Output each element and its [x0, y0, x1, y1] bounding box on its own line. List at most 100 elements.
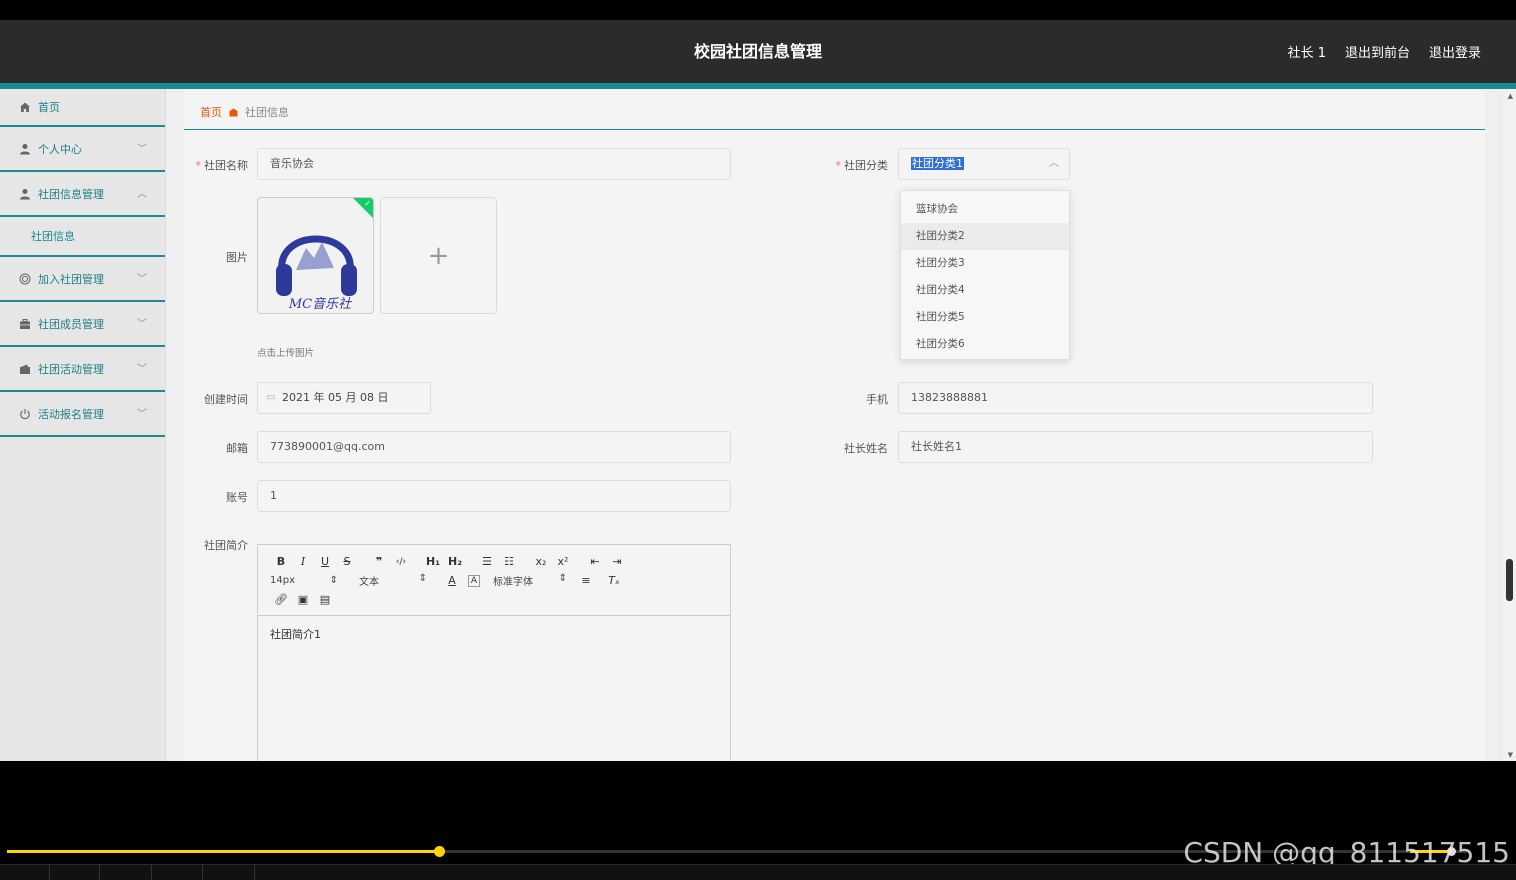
power-icon: [18, 407, 32, 421]
page-body: 首页 个人中心 ﹀ 社团信息管理 ︿ 社团信息 加入社团管理 ﹀ 社团成员管理 …: [0, 89, 1516, 761]
category-option[interactable]: 社团分类4: [901, 277, 1069, 304]
category-option[interactable]: 社团分类5: [901, 304, 1069, 331]
chevron-up-icon: ︿: [137, 189, 147, 200]
sidebar-item-label: 加入社团管理: [38, 272, 104, 286]
updown-icon: ⇕: [558, 573, 567, 584]
code-block-icon[interactable]: ‹/›: [390, 557, 412, 567]
page-scrollbar[interactable]: ▲ ▼: [1502, 89, 1516, 761]
main-content: 首页 社团信息 * 社团名称 音乐协会 * 社团分类 社团分类1 ︿ 篮球协会 社团…: [184, 89, 1485, 761]
phone-label: 手机: [866, 393, 888, 406]
control-button[interactable]: [203, 865, 255, 880]
sidebar-item-label: 社团信息管理: [38, 187, 104, 201]
user-icon: [18, 142, 32, 156]
progress-handle[interactable]: [434, 846, 445, 857]
strikethrough-icon[interactable]: S: [336, 555, 358, 568]
category-option[interactable]: 篮球协会: [901, 196, 1069, 223]
category-option[interactable]: 社团分类6: [901, 331, 1069, 358]
font-color-icon[interactable]: A: [441, 574, 463, 587]
subscript-icon[interactable]: x₂: [530, 555, 552, 568]
font-family-select[interactable]: 标准字体 ⇕: [493, 573, 567, 588]
leader-name-input[interactable]: 社长姓名1: [898, 431, 1373, 463]
updown-icon: ⇕: [418, 573, 427, 584]
video-player-bar: CSDN @qq_811517515: [0, 761, 1516, 880]
sidebar-item-label: 活动报名管理: [38, 407, 104, 421]
email-input[interactable]: 773890001@qq.com: [257, 431, 731, 463]
progress-fill: [7, 850, 440, 853]
header-nav: 社长 1 退出到前台 退出登录: [1288, 20, 1481, 83]
control-button[interactable]: [50, 865, 100, 880]
player-controls: [0, 864, 1516, 880]
created-time-value: 2021 年 05 月 08 日: [282, 391, 389, 404]
scroll-up-icon[interactable]: ▲: [1508, 92, 1513, 100]
current-user-link[interactable]: 社长 1: [1288, 42, 1326, 61]
scroll-down-icon[interactable]: ▼: [1508, 751, 1513, 759]
chevron-down-icon: ﹀: [137, 364, 147, 375]
bold-icon[interactable]: B: [270, 555, 292, 568]
sidebar-item-join-club-management[interactable]: 加入社团管理 ﹀: [0, 257, 165, 302]
home-icon: [18, 100, 32, 114]
uploaded-image[interactable]: MC音乐社 ✓: [257, 197, 374, 314]
control-button[interactable]: [0, 865, 50, 880]
heading2-icon[interactable]: H₂: [444, 555, 466, 568]
outdent-icon[interactable]: ⇤: [584, 555, 606, 568]
wallet-icon: [18, 362, 32, 376]
sidebar-item-home[interactable]: 首页: [0, 89, 165, 127]
category-option[interactable]: 社团分类3: [901, 250, 1069, 277]
scrollbar-thumb[interactable]: [1506, 559, 1513, 601]
leader-name-label: 社长姓名: [844, 442, 888, 455]
back-to-front-link[interactable]: 退出到前台: [1345, 42, 1410, 61]
sidebar-subitem-club-info[interactable]: 社团信息: [0, 217, 165, 257]
account-label: 账号: [226, 491, 248, 504]
briefcase-icon: [18, 317, 32, 331]
video-icon[interactable]: ▤: [314, 593, 336, 606]
image-icon[interactable]: ▣: [292, 593, 314, 606]
app-root: 校园社团信息管理 社长 1 退出到前台 退出登录 首页 个人中心 ﹀ 社团信息管…: [0, 0, 1516, 880]
control-button[interactable]: [152, 865, 203, 880]
upload-tip: 点击上传图片: [257, 348, 315, 359]
align-icon[interactable]: ≡: [575, 574, 597, 587]
editor-content[interactable]: 社团简介1: [258, 616, 730, 652]
sidebar-item-label: 个人中心: [38, 142, 82, 156]
breadcrumb-home[interactable]: 首页: [200, 104, 222, 120]
top-black-strip: [0, 0, 1516, 20]
phone-input[interactable]: 13823888881: [898, 382, 1373, 414]
rich-text-editor: B I U S ❞ ‹/› H₁ H₂ ☰ ☷ x₂ x² ⇤ ⇥ 14px ⇕…: [257, 544, 731, 761]
created-time-picker[interactable]: ▭ 2021 年 05 月 08 日: [257, 382, 431, 414]
editor-toolbar: B I U S ❞ ‹/› H₁ H₂ ☰ ☷ x₂ x² ⇤ ⇥ 14px ⇕…: [258, 545, 730, 616]
account-input[interactable]: 1: [257, 480, 731, 512]
plus-icon: +: [427, 240, 450, 271]
sidebar-item-signup-management[interactable]: 活动报名管理 ﹀: [0, 392, 165, 437]
app-header: 校园社团信息管理 社长 1 退出到前台 退出登录: [0, 20, 1516, 83]
background-color-icon[interactable]: A: [468, 574, 480, 587]
club-category-label: * 社团分类: [835, 159, 889, 172]
upload-add-button[interactable]: +: [380, 197, 497, 314]
underline-icon[interactable]: U: [314, 555, 336, 568]
calendar-icon: ▭: [266, 392, 276, 403]
category-option[interactable]: 社团分类2: [901, 223, 1069, 250]
link-icon[interactable]: 🔗︎: [270, 593, 292, 606]
breadcrumb-separator-icon: [229, 108, 238, 117]
sidebar-item-club-info-management[interactable]: 社团信息管理 ︿: [0, 172, 165, 217]
logout-link[interactable]: 退出登录: [1429, 42, 1481, 61]
control-button[interactable]: [100, 865, 152, 880]
font-size-select[interactable]: 14px ⇕: [270, 575, 338, 586]
blockquote-icon[interactable]: ❞: [368, 555, 390, 568]
ordered-list-icon[interactable]: ☰: [476, 555, 498, 568]
italic-icon[interactable]: I: [292, 555, 314, 568]
chevron-down-icon: ﹀: [137, 409, 147, 420]
superscript-icon[interactable]: x²: [552, 555, 574, 568]
bullet-list-icon[interactable]: ☷: [498, 555, 520, 568]
text-type-select[interactable]: 文本 ⇕: [359, 573, 427, 588]
clear-format-icon[interactable]: Tₓ: [603, 574, 625, 587]
sidebar-item-label: 社团成员管理: [38, 317, 104, 331]
target-icon: [18, 272, 32, 286]
heading1-icon[interactable]: H₁: [422, 555, 444, 568]
club-name-input[interactable]: 音乐协会: [257, 148, 731, 180]
breadcrumb: 首页 社团信息: [200, 104, 289, 120]
sidebar-item-personal-center[interactable]: 个人中心 ﹀: [0, 127, 165, 172]
sidebar-item-activity-management[interactable]: 社团活动管理 ﹀: [0, 347, 165, 392]
email-label: 邮箱: [226, 442, 248, 455]
indent-icon[interactable]: ⇥: [606, 555, 628, 568]
sidebar-item-member-management[interactable]: 社团成员管理 ﹀: [0, 302, 165, 347]
club-category-select[interactable]: 社团分类1 ︿: [898, 148, 1070, 180]
